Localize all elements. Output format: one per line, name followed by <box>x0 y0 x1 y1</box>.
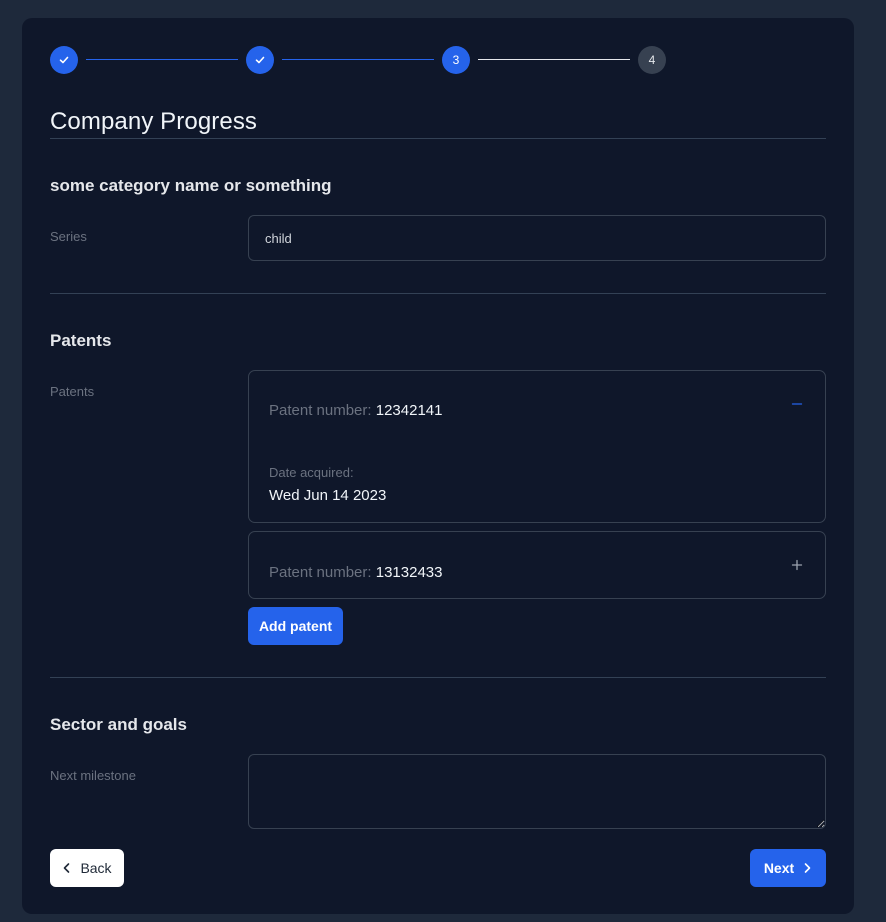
check-icon <box>255 56 265 64</box>
check-icon <box>59 56 69 64</box>
section-divider-1 <box>50 293 826 294</box>
title-divider <box>50 138 826 139</box>
date-acquired-label: Date acquired: <box>269 465 354 480</box>
step-4-number: 4 <box>648 53 656 67</box>
plus-icon <box>791 559 803 571</box>
section-divider-2 <box>50 677 826 678</box>
next-button[interactable]: Next <box>750 849 826 887</box>
step-connector-3 <box>478 59 630 60</box>
next-milestone-textarea[interactable] <box>248 754 826 829</box>
series-label: Series <box>50 229 87 244</box>
expand-patent-button[interactable] <box>789 557 805 573</box>
step-3-number: 3 <box>452 53 460 67</box>
step-1-complete[interactable] <box>50 46 78 74</box>
step-connector-2 <box>282 59 434 60</box>
step-3-current[interactable]: 3 <box>442 46 470 74</box>
patents-section-title: Patents <box>50 331 112 350</box>
back-button[interactable]: Back <box>50 849 124 887</box>
step-connector-1 <box>86 59 238 60</box>
next-button-label: Next <box>763 860 795 876</box>
series-input[interactable] <box>248 215 826 261</box>
minus-icon <box>791 403 803 405</box>
patent-number-line: Patent number: 12342141 <box>269 402 442 419</box>
step-4-upcoming[interactable]: 4 <box>638 46 666 74</box>
date-acquired-value: Wed Jun 14 2023 <box>269 487 387 504</box>
step-2-complete[interactable] <box>246 46 274 74</box>
sector-section-title: Sector and goals <box>50 715 187 734</box>
chevron-left-icon <box>64 863 70 873</box>
patent-number-line: Patent number: 13132433 <box>269 564 442 581</box>
patents-label: Patents <box>50 384 95 399</box>
collapse-patent-button[interactable] <box>789 396 805 412</box>
add-patent-button[interactable]: Add patent <box>248 607 343 645</box>
page-title: Company Progress <box>50 108 258 135</box>
patent-number-value: 13132433 <box>375 564 443 581</box>
patent-number-label: Patent number: <box>269 402 372 419</box>
next-milestone-label: Next milestone <box>50 768 136 783</box>
progress-stepper: 3 4 <box>50 46 666 74</box>
category-section-title: some category name or something <box>50 176 332 195</box>
chevron-right-icon <box>804 863 811 873</box>
back-button-label: Back <box>80 860 112 876</box>
patent-card-collapsed[interactable]: Patent number: 13132433 <box>248 531 826 599</box>
patent-card-expanded: Patent number: 12342141 Date acquired: W… <box>248 370 826 523</box>
form-card: 3 4 Company Progress some category name … <box>22 18 854 914</box>
patent-number-value: 12342141 <box>375 402 443 419</box>
patent-number-label: Patent number: <box>269 564 372 581</box>
